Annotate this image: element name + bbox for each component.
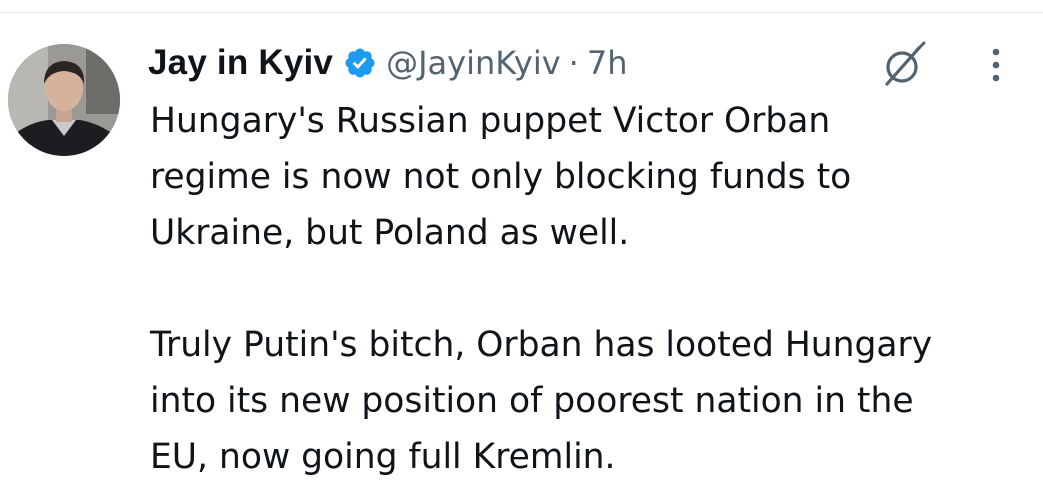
avatar[interactable] xyxy=(8,44,120,156)
author-handle[interactable]: @JayinKyiv xyxy=(386,44,561,82)
verified-badge-icon xyxy=(343,46,377,80)
header-separator: · xyxy=(568,44,579,82)
tweet-paragraph: Truly Putin's bitch, Orban has looted Hu… xyxy=(150,325,933,477)
more-vertical-icon[interactable] xyxy=(986,46,1006,86)
grok-icon[interactable] xyxy=(878,40,928,90)
tweet-header: Jay in Kyiv @JayinKyiv · 7h xyxy=(148,38,627,88)
top-divider xyxy=(0,12,1043,13)
author-display-name[interactable]: Jay in Kyiv xyxy=(148,43,333,83)
avatar-image xyxy=(8,44,120,156)
tweet-timestamp[interactable]: 7h xyxy=(587,44,628,82)
tweet-text: Hungary's Russian puppet Victor Orban re… xyxy=(150,93,1030,485)
tweet-paragraph: Hungary's Russian puppet Victor Orban re… xyxy=(150,101,852,253)
